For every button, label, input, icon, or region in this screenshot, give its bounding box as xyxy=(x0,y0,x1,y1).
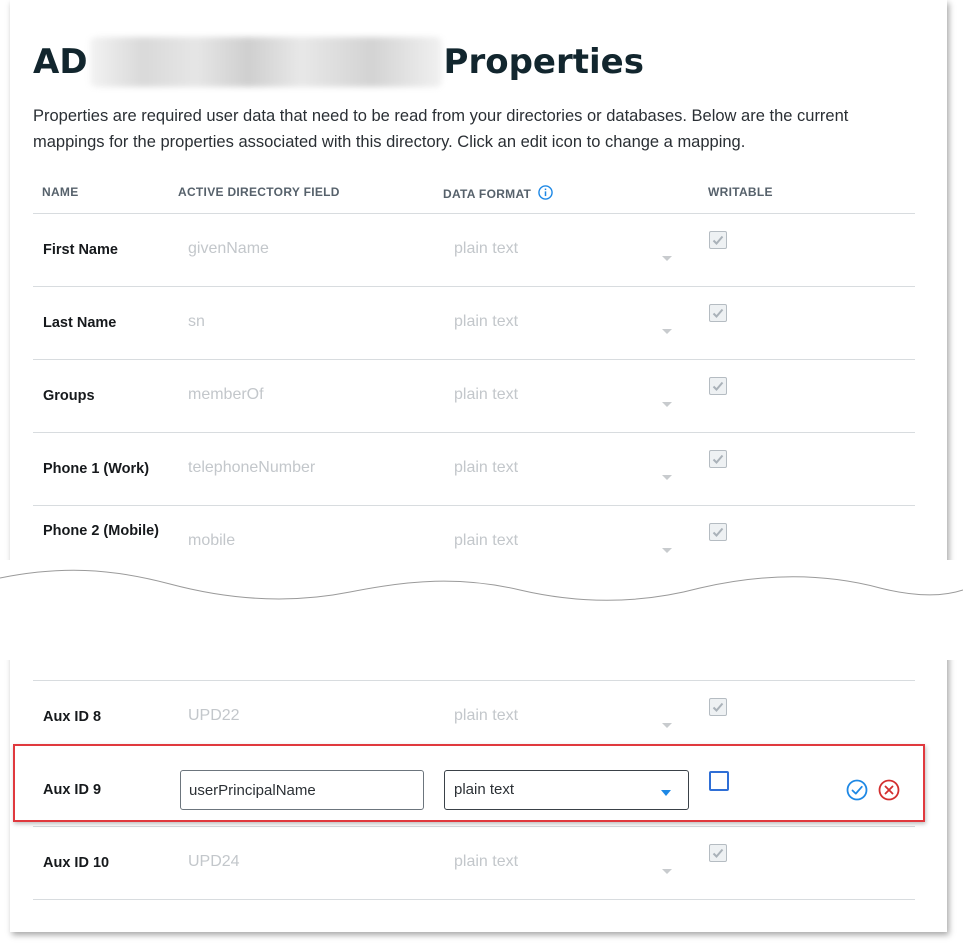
checkmark-icon xyxy=(712,527,724,537)
chevron-down-icon xyxy=(661,790,671,796)
check-circle-icon[interactable] xyxy=(846,779,868,801)
checkmark-icon xyxy=(712,702,724,712)
chevron-down-icon xyxy=(662,329,672,334)
torn-edge-divider xyxy=(0,560,963,660)
active-directory-field-input[interactable] xyxy=(180,770,424,810)
page-title: AD Properties xyxy=(33,36,644,88)
row-divider xyxy=(33,359,915,360)
x-circle-icon[interactable] xyxy=(878,779,900,801)
page-description: Properties are required user data that n… xyxy=(33,107,849,151)
chevron-down-icon xyxy=(662,723,672,728)
row-format: plain text xyxy=(454,707,519,724)
row-format: plain text xyxy=(454,532,519,549)
row-format: plain text xyxy=(454,386,519,403)
row-field: telephoneNumber xyxy=(188,459,316,476)
row-name: Phone 2 (Mobile) xyxy=(43,523,159,539)
row-name: Phone 1 (Work) xyxy=(43,461,150,477)
checkmark-icon xyxy=(712,848,724,858)
checkmark-icon xyxy=(712,308,724,318)
row-field: UPD24 xyxy=(188,853,240,870)
chevron-down-icon xyxy=(662,869,672,874)
page-title-suffix: Properties xyxy=(443,42,644,82)
column-header-data-format: DATA FORMAT xyxy=(443,185,553,201)
row-divider xyxy=(33,505,915,506)
row-name: Last Name xyxy=(43,315,117,331)
row-divider xyxy=(33,286,915,287)
writable-checkbox xyxy=(709,304,727,322)
writable-checkbox xyxy=(709,844,727,862)
data-format-select-value: plain text xyxy=(454,781,515,798)
checkmark-icon xyxy=(712,235,724,245)
row-field: mobile xyxy=(188,532,236,549)
row-field: givenName xyxy=(188,240,269,257)
row-divider xyxy=(33,826,915,827)
row-divider xyxy=(33,899,915,900)
row-field: memberOf xyxy=(188,386,264,403)
row-format: plain text xyxy=(454,240,519,257)
row-divider xyxy=(33,432,915,433)
row-field: sn xyxy=(188,313,205,330)
info-icon[interactable] xyxy=(538,185,553,200)
row-name: Aux ID 10 xyxy=(43,855,110,871)
row-field: UPD22 xyxy=(188,707,240,724)
row-name: First Name xyxy=(43,242,118,258)
row-name: Groups xyxy=(43,388,95,404)
chevron-down-icon xyxy=(662,402,672,407)
column-header-name: NAME xyxy=(42,185,79,199)
checkmark-icon xyxy=(712,381,724,391)
row-format: plain text xyxy=(454,313,519,330)
row-name: Aux ID 8 xyxy=(43,709,102,725)
column-header-data-format-label: DATA FORMAT xyxy=(443,187,532,201)
writable-checkbox xyxy=(709,698,727,716)
row-divider xyxy=(33,680,915,681)
row-format: plain text xyxy=(454,853,519,870)
chevron-down-icon xyxy=(662,475,672,480)
writable-checkbox xyxy=(709,231,727,249)
writable-checkbox xyxy=(709,377,727,395)
data-format-select[interactable]: plain text xyxy=(444,770,689,810)
checkmark-icon xyxy=(712,454,724,464)
column-header-writable: WRITABLE xyxy=(708,185,773,199)
writable-checkbox[interactable] xyxy=(709,771,729,791)
writable-checkbox xyxy=(709,450,727,468)
column-header-active-directory-field: ACTIVE DIRECTORY FIELD xyxy=(178,185,340,199)
row-divider xyxy=(33,213,915,214)
row-name: Aux ID 9 xyxy=(43,782,102,798)
redacted-directory-name xyxy=(89,37,442,87)
chevron-down-icon xyxy=(662,256,672,261)
chevron-down-icon xyxy=(662,548,672,553)
row-format: plain text xyxy=(454,459,519,476)
page-title-prefix: AD xyxy=(33,42,88,82)
writable-checkbox xyxy=(709,523,727,541)
